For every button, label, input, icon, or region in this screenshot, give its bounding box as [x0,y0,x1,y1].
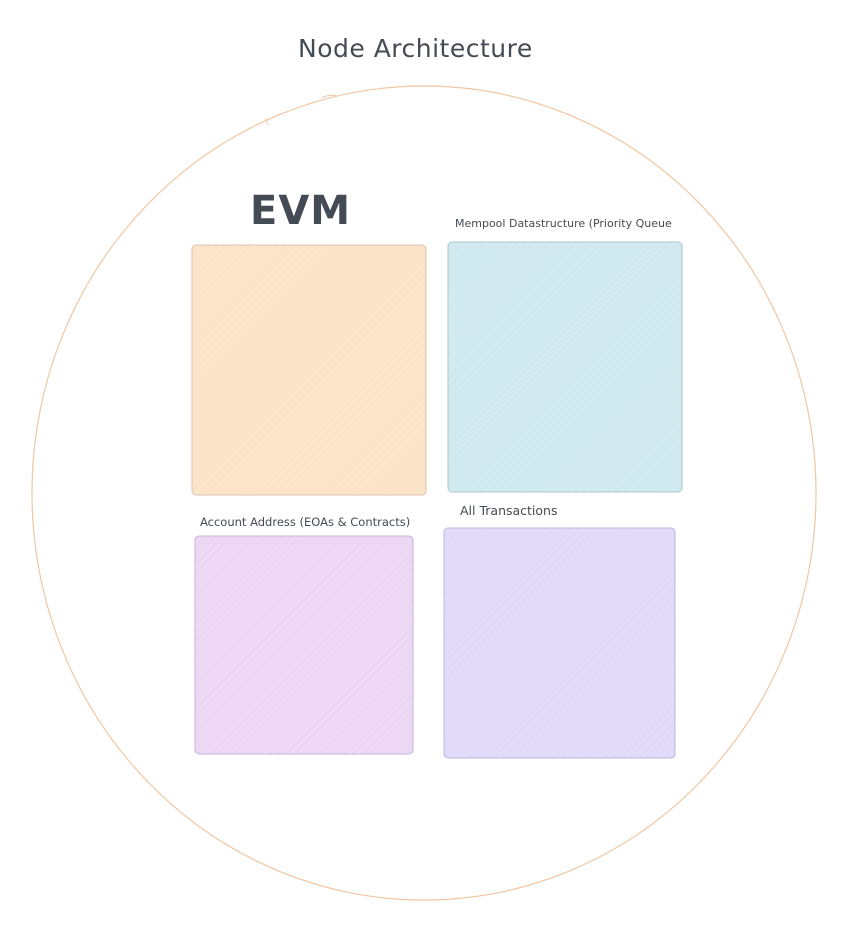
diagram-title[interactable]: Node Architecture [298,34,533,63]
box-evm[interactable] [191,244,427,496]
all-transactions-label[interactable]: All Transactions [460,503,558,518]
evm-label[interactable]: EVM [250,188,351,234]
box-mempool[interactable] [447,241,683,493]
box-mempool-hatch [448,242,682,492]
sketch-mark [265,94,339,126]
account-address-label[interactable]: Account Address (EOAs & Contracts) [200,515,410,529]
box-evm-hatch [192,245,426,495]
mempool-label[interactable]: Mempool Datastructure (Priority Queue [455,217,672,230]
box-all-transactions-hatch [444,528,675,758]
box-all-transactions[interactable] [443,527,676,759]
box-account-address[interactable] [194,535,414,755]
box-account-address-hatch [195,536,413,754]
diagram-canvas [31,85,817,901]
